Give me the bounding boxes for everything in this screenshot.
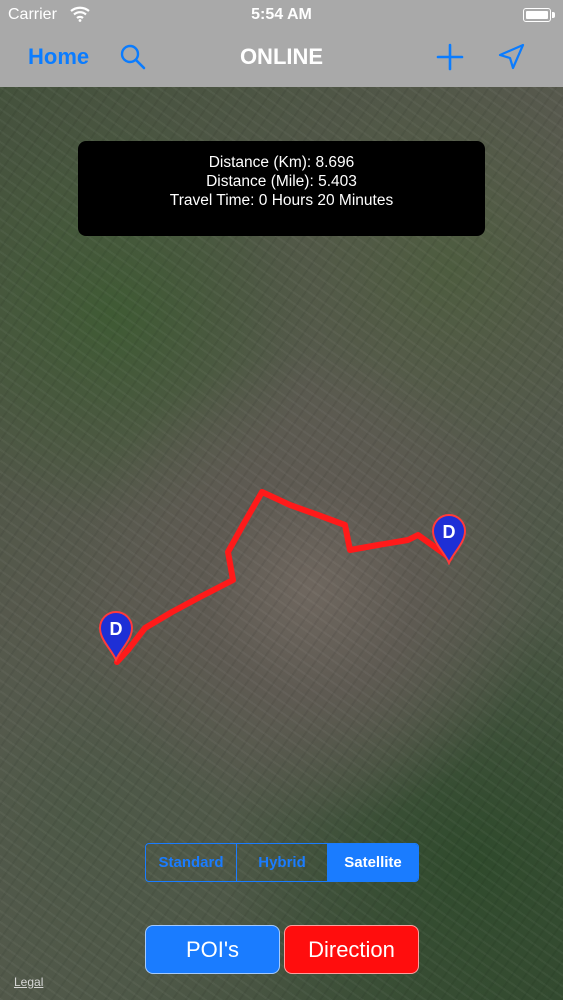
start-pin[interactable]: D [96,608,136,663]
map-type-standard[interactable]: Standard [146,844,237,881]
travel-time: Travel Time: 0 Hours 20 Minutes [169,192,394,209]
status-bar: Carrier 5:54 AM [0,0,563,30]
map-type-hybrid[interactable]: Hybrid [237,844,328,881]
map-type-satellite[interactable]: Satellite [328,844,418,881]
navigation-bar: Home ONLINE [0,30,563,87]
search-icon[interactable] [118,42,148,72]
location-arrow-icon[interactable] [496,42,526,72]
end-pin[interactable]: D [429,511,469,566]
end-pin-label: D [443,522,456,542]
map-type-control: Standard Hybrid Satellite [145,843,419,882]
distance-km: Distance (Km): 8.696 [208,154,355,171]
status-time: 5:54 AM [251,6,312,23]
distance-mile: Distance (Mile): 5.403 [206,173,357,190]
direction-button[interactable]: Direction [284,925,419,974]
route-info-panel: Distance (Km): 8.696 Distance (Mile): 5.… [78,141,485,236]
battery-icon [523,8,555,22]
home-button[interactable]: Home [28,44,89,70]
poi-button[interactable]: POI's [145,925,280,974]
legal-link[interactable]: Legal [14,975,43,989]
start-pin-label: D [110,619,123,639]
add-icon[interactable] [435,42,465,72]
